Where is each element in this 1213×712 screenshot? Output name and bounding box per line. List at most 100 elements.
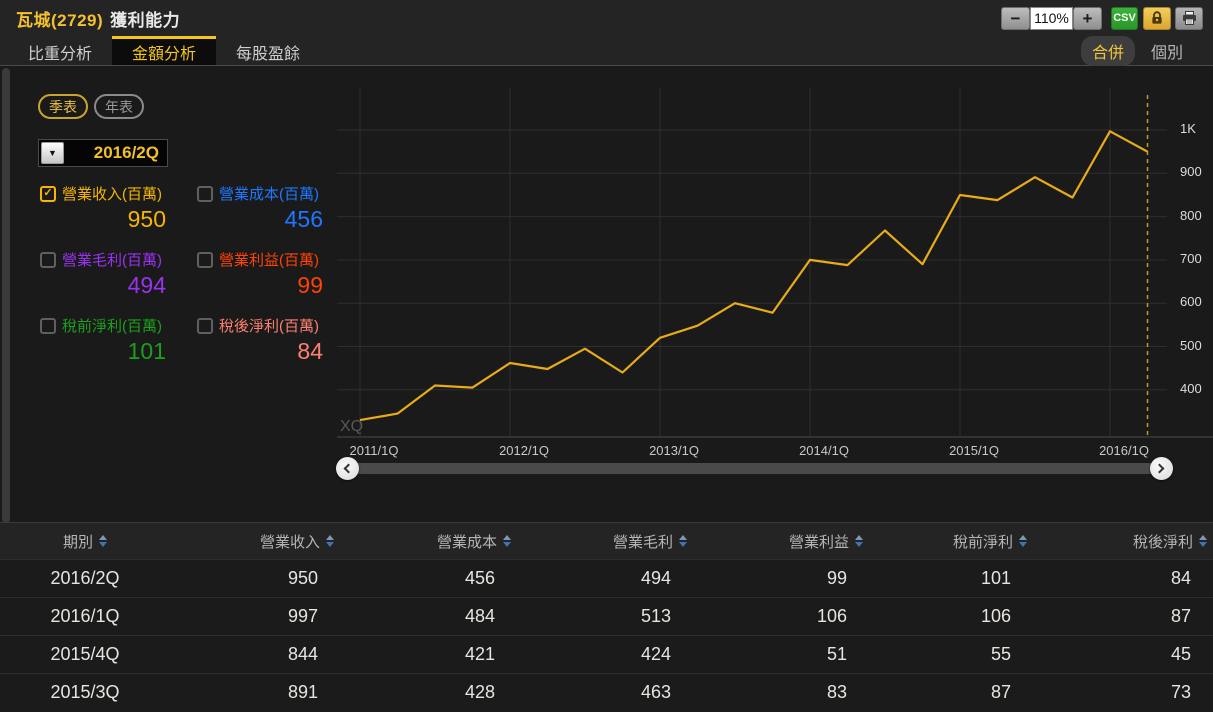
metric-checkbox-row[interactable]: ✓ 營業收入(百萬): [40, 183, 170, 204]
value-cell: 51: [693, 635, 869, 674]
csv-export-button[interactable]: CSV: [1111, 6, 1138, 30]
metric-label: 營業利益(百萬): [219, 252, 319, 269]
checkbox-icon[interactable]: ✓: [197, 185, 213, 202]
header-net-profit[interactable]: 稅後淨利: [1033, 522, 1213, 560]
header-pretax-profit[interactable]: 稅前淨利: [869, 522, 1033, 560]
value-cell: 456: [340, 559, 517, 598]
check-icon: ✓: [43, 187, 53, 199]
tab-amount-analysis[interactable]: 金額分析: [112, 36, 216, 65]
printer-icon: [1182, 11, 1196, 25]
metric-value: 950: [127, 206, 166, 232]
metric-checkbox-row[interactable]: ✓ 營業成本(百萬): [197, 183, 327, 204]
zoom-level-value: 110%: [1030, 6, 1073, 30]
chart-canvas: XQ: [337, 88, 1213, 438]
header-gross-profit[interactable]: 營業毛利: [517, 522, 693, 560]
value-cell: 83: [693, 673, 869, 712]
x-tick-label: 2013/1Q: [649, 443, 699, 458]
scroll-left-button[interactable]: [335, 456, 359, 480]
y-tick-label: 700: [1180, 250, 1202, 266]
y-tick-label: 1K: [1180, 121, 1196, 136]
table-header-row: 期別 營業收入 營業成本 營業毛利 營業利益 稅前淨利 稅後淨利: [0, 522, 1213, 560]
value-cell: 513: [517, 597, 693, 636]
value-cell: 84: [1033, 559, 1213, 598]
quarterly-view-button[interactable]: 季表: [38, 94, 88, 119]
value-cell: 87: [869, 673, 1033, 712]
x-tick-label: 2015/1Q: [949, 443, 999, 458]
zoom-out-button[interactable]: −: [1001, 6, 1030, 30]
app-window: 瓦城(2729) 獲利能力 − 110% + CSV 比重分析 金額分析 每股盈…: [0, 0, 1213, 712]
tab-eps[interactable]: 每股盈餘: [216, 36, 320, 65]
metric-label: 營業毛利(百萬): [62, 252, 162, 269]
y-tick-label: 500: [1180, 337, 1202, 353]
time-range-scrollbar[interactable]: [348, 463, 1160, 474]
period-dropdown[interactable]: ▼ 2016/2Q: [38, 139, 168, 167]
page-title-text: 獲利能力: [110, 10, 181, 30]
checkbox-icon[interactable]: ✓: [197, 317, 213, 334]
metric-checkbox-row[interactable]: ✓ 稅前淨利(百萬): [40, 315, 170, 336]
metric-checkbox-row[interactable]: ✓ 營業毛利(百萬): [40, 249, 170, 270]
checkbox-icon[interactable]: ✓: [40, 317, 56, 334]
period-cell: 2015/3Q: [0, 673, 170, 712]
print-button[interactable]: [1175, 6, 1203, 30]
sort-icon[interactable]: [503, 535, 511, 547]
header-period[interactable]: 期別: [0, 522, 170, 560]
zoom-in-button[interactable]: +: [1073, 6, 1102, 30]
metric-label: 營業收入(百萬): [62, 186, 162, 203]
table-row[interactable]: 2015/4Q 844 421 424 51 55 45: [0, 635, 1213, 674]
checkbox-icon[interactable]: ✓: [40, 251, 56, 268]
tab-bar: 比重分析 金額分析 每股盈餘 合併 個別: [0, 35, 1213, 66]
value-cell: 99: [693, 559, 869, 598]
metric-pretax-profit: ✓ 稅前淨利(百萬) 101: [40, 315, 170, 367]
lock-icon: [1152, 11, 1162, 24]
stock-name: 瓦城(2729): [16, 10, 104, 30]
sort-icon[interactable]: [326, 535, 334, 547]
value-cell: 106: [869, 597, 1033, 636]
lock-button[interactable]: [1143, 6, 1171, 30]
x-tick-label: 2011/1Q: [349, 443, 399, 458]
value-cell: 463: [517, 673, 693, 712]
analysis-tabs: 比重分析 金額分析 每股盈餘: [0, 36, 320, 65]
checkbox-icon[interactable]: ✓: [40, 185, 56, 202]
metric-value: 494: [127, 272, 166, 298]
value-cell: 45: [1033, 635, 1213, 674]
value-cell: 494: [517, 559, 693, 598]
table-row[interactable]: 2016/2Q 950 456 494 99 101 84: [0, 559, 1213, 598]
chevron-left-icon: [343, 463, 354, 473]
x-tick-label: 2012/1Q: [499, 443, 549, 458]
value-cell: 997: [170, 597, 340, 636]
x-tick-label: 2016/1Q: [1099, 443, 1149, 458]
header-cost[interactable]: 營業成本: [340, 522, 517, 560]
table-row[interactable]: 2015/3Q 891 428 463 83 87 73: [0, 673, 1213, 712]
sort-icon[interactable]: [1019, 535, 1027, 547]
dropdown-caret-icon[interactable]: ▼: [41, 142, 64, 164]
metric-value: 101: [127, 338, 166, 364]
chart-gridlines: [337, 88, 1167, 437]
tab-proportion-analysis[interactable]: 比重分析: [8, 36, 112, 65]
sort-icon[interactable]: [855, 535, 863, 547]
metric-panel: ✓ 營業收入(百萬) 950 ✓ 營業成本(百萬) 456 ✓ 營業毛利(百萬)…: [40, 183, 327, 367]
vertical-scrollbar[interactable]: [2, 68, 10, 523]
y-tick-label: 900: [1180, 164, 1202, 180]
metric-checkbox-row[interactable]: ✓ 稅後淨利(百萬): [197, 315, 327, 336]
checkbox-icon[interactable]: ✓: [197, 251, 213, 268]
scope-individual-button[interactable]: 個別: [1151, 39, 1183, 63]
metric-label: 稅後淨利(百萬): [219, 318, 319, 335]
scroll-right-button[interactable]: [1149, 456, 1173, 480]
scope-merged-button[interactable]: 合併: [1080, 35, 1135, 66]
metric-checkbox-row[interactable]: ✓ 營業利益(百萬): [197, 249, 327, 270]
y-tick-label: 800: [1180, 207, 1202, 223]
sort-icon[interactable]: [99, 535, 107, 547]
page-title: 瓦城(2729) 獲利能力: [16, 6, 180, 31]
metric-cost: ✓ 營業成本(百萬) 456: [197, 183, 327, 235]
financials-table: 期別 營業收入 營業成本 營業毛利 營業利益 稅前淨利 稅後淨利 2016/2Q…: [0, 522, 1213, 712]
value-cell: 428: [340, 673, 517, 712]
header-revenue[interactable]: 營業收入: [170, 522, 340, 560]
sort-icon[interactable]: [679, 535, 687, 547]
metric-value: 456: [284, 206, 323, 232]
sort-icon[interactable]: [1199, 535, 1207, 547]
table-row[interactable]: 2016/1Q 997 484 513 106 106 87: [0, 597, 1213, 636]
yearly-view-button[interactable]: 年表: [94, 94, 144, 119]
y-tick-label: 600: [1180, 294, 1202, 310]
header-operating-income[interactable]: 營業利益: [693, 522, 869, 560]
period-cell: 2016/2Q: [0, 559, 170, 598]
